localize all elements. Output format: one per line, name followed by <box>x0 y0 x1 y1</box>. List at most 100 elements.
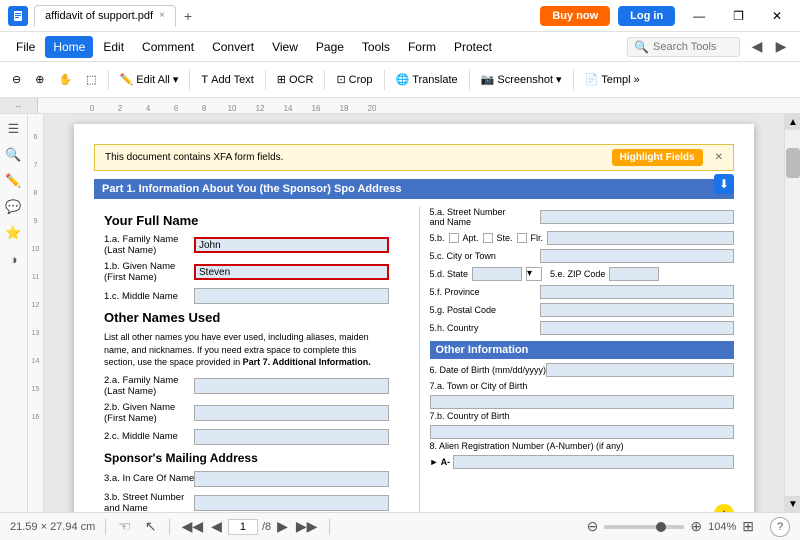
document-tab[interactable]: affidavit of support.pdf × <box>34 5 176 27</box>
menu-convert[interactable]: Convert <box>204 36 262 58</box>
hand-tool-btn[interactable]: ✋ <box>52 70 78 89</box>
template-btn[interactable]: 📄 Templ » <box>579 70 646 89</box>
v-mark-12: 12 <box>28 302 43 330</box>
separator-4 <box>324 70 325 90</box>
search-tools-input[interactable] <box>653 41 733 53</box>
field-7a-input[interactable] <box>430 395 735 409</box>
fit-page-btn[interactable]: ⊞ <box>740 518 756 535</box>
help-button[interactable]: ? <box>770 517 790 537</box>
ruler-16: 16 <box>302 104 330 113</box>
cursor-tool-btn[interactable]: ☜ <box>116 518 133 535</box>
right-scrollbar[interactable]: ▲ ▼ <box>784 114 800 512</box>
edit-all-btn[interactable]: ✏️ Edit All ▾ <box>114 70 185 89</box>
a-number-prefix: ► A- <box>430 457 451 467</box>
menu-home[interactable]: Home <box>45 36 93 58</box>
tab-close-btn[interactable]: × <box>159 10 165 21</box>
v-mark-15: 15 <box>28 386 43 414</box>
scroll-down-btn[interactable]: ▼ <box>785 496 800 512</box>
field-5e-input[interactable] <box>609 267 659 281</box>
field-1a-input[interactable]: John <box>194 237 389 253</box>
field-1b-input[interactable]: Steven <box>194 264 389 280</box>
close-button[interactable]: ✕ <box>762 0 792 32</box>
vertical-ruler: 6 7 8 9 10 11 12 13 14 15 16 <box>28 114 44 512</box>
field-5d-input[interactable] <box>472 267 522 281</box>
buy-now-button[interactable]: Buy now <box>540 6 610 26</box>
translate-btn[interactable]: 🌐 Translate <box>390 70 464 89</box>
zoom-out-status-btn[interactable]: ⊖ <box>585 518 601 535</box>
login-button[interactable]: Log in <box>618 6 675 26</box>
state-dropdown[interactable]: ▾ <box>526 267 542 281</box>
field-1c-input[interactable] <box>194 288 389 304</box>
zoom-out-btn[interactable]: ⊖ <box>6 70 27 89</box>
search-tools-box[interactable]: 🔍 <box>627 37 740 57</box>
new-tab-btn[interactable]: + <box>176 4 200 28</box>
sidebar-comment-icon[interactable]: 💬 <box>3 196 25 218</box>
status-sep-2 <box>169 519 170 535</box>
menu-file[interactable]: File <box>8 36 43 58</box>
back-button[interactable]: ◀ <box>746 36 768 58</box>
menu-page[interactable]: Page <box>308 36 352 58</box>
zoom-in-btn[interactable]: ⊕ <box>29 70 50 89</box>
sidebar-pages-icon[interactable]: ☰ <box>3 118 25 140</box>
menu-tools[interactable]: Tools <box>354 36 398 58</box>
page-last-btn[interactable]: ▶▶ <box>294 518 320 535</box>
page-navigation: ◀◀ ◀ /8 ▶ ▶▶ <box>180 518 320 535</box>
page-next-btn[interactable]: ▶ <box>275 518 290 535</box>
sidebar-search-icon[interactable]: 🔍 <box>3 144 25 166</box>
field-3a-input[interactable] <box>194 471 388 487</box>
ste-checkbox[interactable] <box>483 233 493 243</box>
menu-view[interactable]: View <box>264 36 306 58</box>
field-2a-input[interactable] <box>194 378 389 394</box>
crop-btn[interactable]: ⊡ Crop <box>330 70 378 89</box>
menu-form[interactable]: Form <box>400 36 444 58</box>
field-5a-input[interactable] <box>540 210 735 224</box>
minimize-button[interactable]: — <box>683 0 715 32</box>
ruler-8: 8 <box>190 104 218 113</box>
select-tool-btn[interactable]: ⬚ <box>80 70 102 89</box>
field-5h-input[interactable] <box>540 321 735 335</box>
field-6-input[interactable] <box>546 363 734 377</box>
field-3b-label: 3.b. Street Numberand Name <box>104 492 194 512</box>
highlight-fields-button[interactable]: Highlight Fields <box>612 149 703 166</box>
page-current-input[interactable] <box>228 519 258 535</box>
title-actions: Buy now Log in — ❐ ✕ <box>540 0 792 32</box>
ocr-btn[interactable]: ⊞ OCR <box>271 70 320 89</box>
field-2b-input[interactable] <box>194 405 389 421</box>
template-icon: 📄 <box>585 73 599 86</box>
maximize-button[interactable]: ❐ <box>723 0 754 32</box>
zoom-slider[interactable] <box>604 525 684 529</box>
screenshot-btn[interactable]: 📷 Screenshot ▾ <box>475 70 568 89</box>
tab-area: affidavit of support.pdf × + <box>34 4 540 28</box>
menu-protect[interactable]: Protect <box>446 36 500 58</box>
page-first-btn[interactable]: ◀◀ <box>180 518 206 535</box>
field-5f-input[interactable] <box>540 285 735 299</box>
field-5g-input[interactable] <box>540 303 735 317</box>
scroll-up-btn[interactable]: ▲ <box>785 114 800 130</box>
xfa-close-btn[interactable]: ✕ <box>715 152 723 163</box>
field-5b-checkboxes: 5.b. Apt. Ste. Flr. <box>430 233 544 243</box>
sidebar-edit-icon[interactable]: ✏️ <box>3 170 25 192</box>
field-5c-input[interactable] <box>540 249 735 263</box>
pointer-tool-btn[interactable]: ↖ <box>143 518 159 535</box>
status-sep-1 <box>105 519 106 535</box>
sidebar-layers-icon[interactable]: ◑ <box>3 248 25 270</box>
v-mark-9: 9 <box>28 218 43 246</box>
field-3b-input[interactable] <box>194 495 389 511</box>
field-5b-input[interactable] <box>547 231 734 245</box>
field-8-input[interactable] <box>453 455 734 469</box>
menu-comment[interactable]: Comment <box>134 36 202 58</box>
forward-button[interactable]: ▶ <box>770 36 792 58</box>
screenshot-dropdown-icon: ▾ <box>556 73 562 86</box>
flr-checkbox[interactable] <box>517 233 527 243</box>
scroll-thumb[interactable] <box>786 148 800 178</box>
field-7b-input[interactable] <box>430 425 735 439</box>
menu-edit[interactable]: Edit <box>95 36 132 58</box>
sidebar-star-icon[interactable]: ⭐ <box>3 222 25 244</box>
zoom-in-status-btn[interactable]: ⊕ <box>688 518 704 535</box>
menu-bar: File Home Edit Comment Convert View Page… <box>0 32 800 62</box>
page-prev-btn[interactable]: ◀ <box>209 518 224 535</box>
add-text-btn[interactable]: T Add Text <box>195 71 259 89</box>
download-button[interactable]: ⬇ <box>714 174 734 194</box>
field-2c-input[interactable] <box>194 429 389 445</box>
apt-checkbox[interactable] <box>449 233 459 243</box>
